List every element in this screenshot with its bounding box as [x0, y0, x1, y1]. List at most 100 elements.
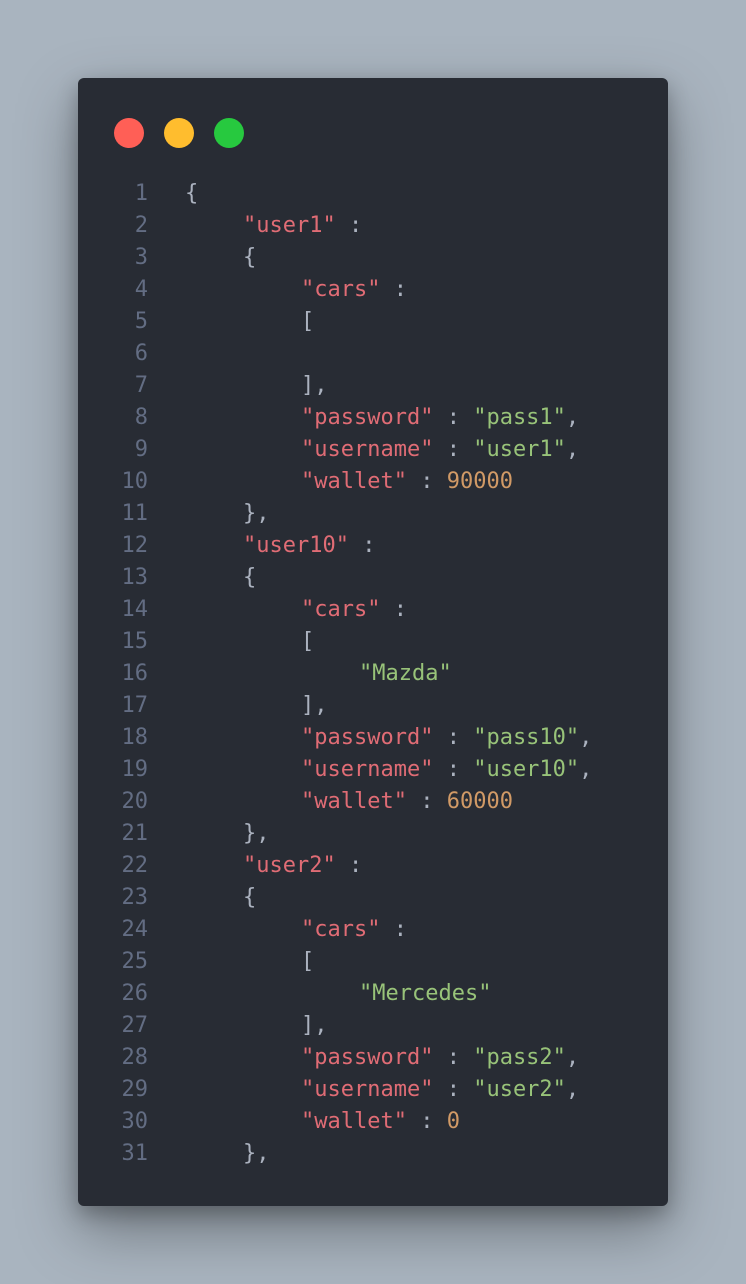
json-punctuation: ,: [565, 437, 580, 462]
json-key: "cars": [301, 597, 381, 622]
json-key: "password": [301, 725, 434, 750]
json-punctuation: :: [335, 853, 363, 878]
json-key: "wallet": [301, 789, 407, 814]
json-key: "username": [301, 1077, 434, 1102]
code-line: 18 "password" : "pass10",: [78, 722, 668, 754]
code-line: 8 "password" : "pass1",: [78, 402, 668, 434]
line-content: "wallet" : 90000: [301, 466, 513, 498]
json-punctuation: :: [406, 789, 447, 814]
code-line: 10 "wallet" : 90000: [78, 466, 668, 498]
line-number: 25: [121, 949, 149, 974]
minimize-button[interactable]: [164, 118, 194, 148]
code-line: 13 {: [78, 562, 668, 594]
line-number: 27: [121, 1013, 149, 1038]
code-line: 2 "user1" :: [78, 210, 668, 242]
json-number: 0: [446, 1109, 460, 1134]
line-content: "cars" :: [301, 594, 407, 626]
line-content: "cars" :: [301, 914, 407, 946]
line-content: "password" : "pass10",: [301, 722, 592, 754]
json-punctuation: :: [348, 533, 376, 558]
code-line: 31},: [78, 1138, 668, 1170]
line-number: 11: [121, 501, 149, 526]
code-line: 30 "wallet" : 0: [78, 1106, 668, 1138]
json-punctuation: :: [406, 1109, 447, 1134]
line-number: 3: [134, 245, 148, 270]
json-punctuation: :: [433, 405, 474, 430]
line-number: 6: [134, 341, 148, 366]
line-number: 5: [134, 309, 148, 334]
line-number: 2: [134, 213, 148, 238]
json-punctuation: {: [243, 565, 257, 590]
code-line: 6: [78, 338, 668, 370]
json-key: "password": [301, 405, 434, 430]
json-string: "pass10": [473, 725, 580, 750]
line-content: "user2" :: [243, 850, 362, 882]
json-punctuation: ,: [565, 1045, 580, 1070]
line-content: "Mercedes": [359, 978, 491, 1010]
line-content: {: [243, 242, 256, 274]
close-button[interactable]: [114, 118, 144, 148]
line-number: 23: [121, 885, 149, 910]
line-number: 28: [121, 1045, 149, 1070]
json-punctuation: :: [433, 1045, 474, 1070]
json-punctuation: :: [433, 725, 474, 750]
code-line: 14 "cars" :: [78, 594, 668, 626]
line-number: 7: [134, 373, 148, 398]
line-content: },: [243, 1138, 270, 1170]
line-content: "user10" :: [243, 530, 375, 562]
line-content: "cars" :: [301, 274, 407, 306]
json-string: "Mercedes": [359, 981, 492, 1006]
line-number: 26: [121, 981, 149, 1006]
line-number: 16: [121, 661, 149, 686]
line-number: 12: [121, 533, 149, 558]
line-content: ],: [301, 690, 328, 722]
json-punctuation: :: [380, 277, 407, 302]
code-editor: 1{2 "user1" :3{4 "cars" :5[6 7], 8 "password"…: [78, 178, 668, 1170]
json-punctuation: {: [243, 245, 257, 270]
json-key: "cars": [301, 277, 381, 302]
line-number: 4: [134, 277, 148, 302]
line-number: 14: [121, 597, 149, 622]
maximize-button[interactable]: [214, 118, 244, 148]
code-line: 17],: [78, 690, 668, 722]
json-punctuation: :: [406, 469, 447, 494]
line-content: [: [301, 946, 314, 978]
json-punctuation: ,: [565, 1077, 580, 1102]
json-number: 60000: [446, 789, 513, 814]
line-content: ],: [301, 1010, 328, 1042]
json-key: "username": [301, 757, 434, 782]
json-key: "username": [301, 437, 434, 462]
line-content: [: [301, 626, 314, 658]
json-punctuation: },: [243, 1141, 270, 1166]
json-punctuation: ],: [301, 693, 328, 718]
json-punctuation: :: [433, 437, 474, 462]
json-punctuation: ,: [579, 725, 593, 750]
json-punctuation: :: [335, 213, 363, 238]
json-key: "cars": [301, 917, 381, 942]
line-content: [: [301, 306, 314, 338]
json-punctuation: [: [301, 949, 315, 974]
line-content: "username" : "user2",: [301, 1074, 579, 1106]
line-number: 22: [121, 853, 149, 878]
code-line: 26 "Mercedes": [78, 978, 668, 1010]
line-number: 24: [121, 917, 149, 942]
line-content: {: [185, 178, 198, 210]
line-content: "user1" :: [243, 210, 362, 242]
line-number: 15: [121, 629, 149, 654]
line-number: 8: [134, 405, 148, 430]
code-line: 24 "cars" :: [78, 914, 668, 946]
line-number: 21: [121, 821, 149, 846]
code-line: 11},: [78, 498, 668, 530]
json-punctuation: :: [433, 757, 474, 782]
json-punctuation: },: [243, 821, 270, 846]
json-string: "Mazda": [359, 661, 452, 686]
json-punctuation: ],: [301, 1013, 328, 1038]
json-punctuation: ,: [579, 757, 593, 782]
json-string: "pass2": [473, 1045, 566, 1070]
json-key: "user2": [243, 853, 336, 878]
json-key: "password": [301, 1045, 434, 1070]
code-line: 4 "cars" :: [78, 274, 668, 306]
line-number: 13: [121, 565, 149, 590]
json-string: "user2": [473, 1077, 566, 1102]
line-number: 29: [121, 1077, 149, 1102]
